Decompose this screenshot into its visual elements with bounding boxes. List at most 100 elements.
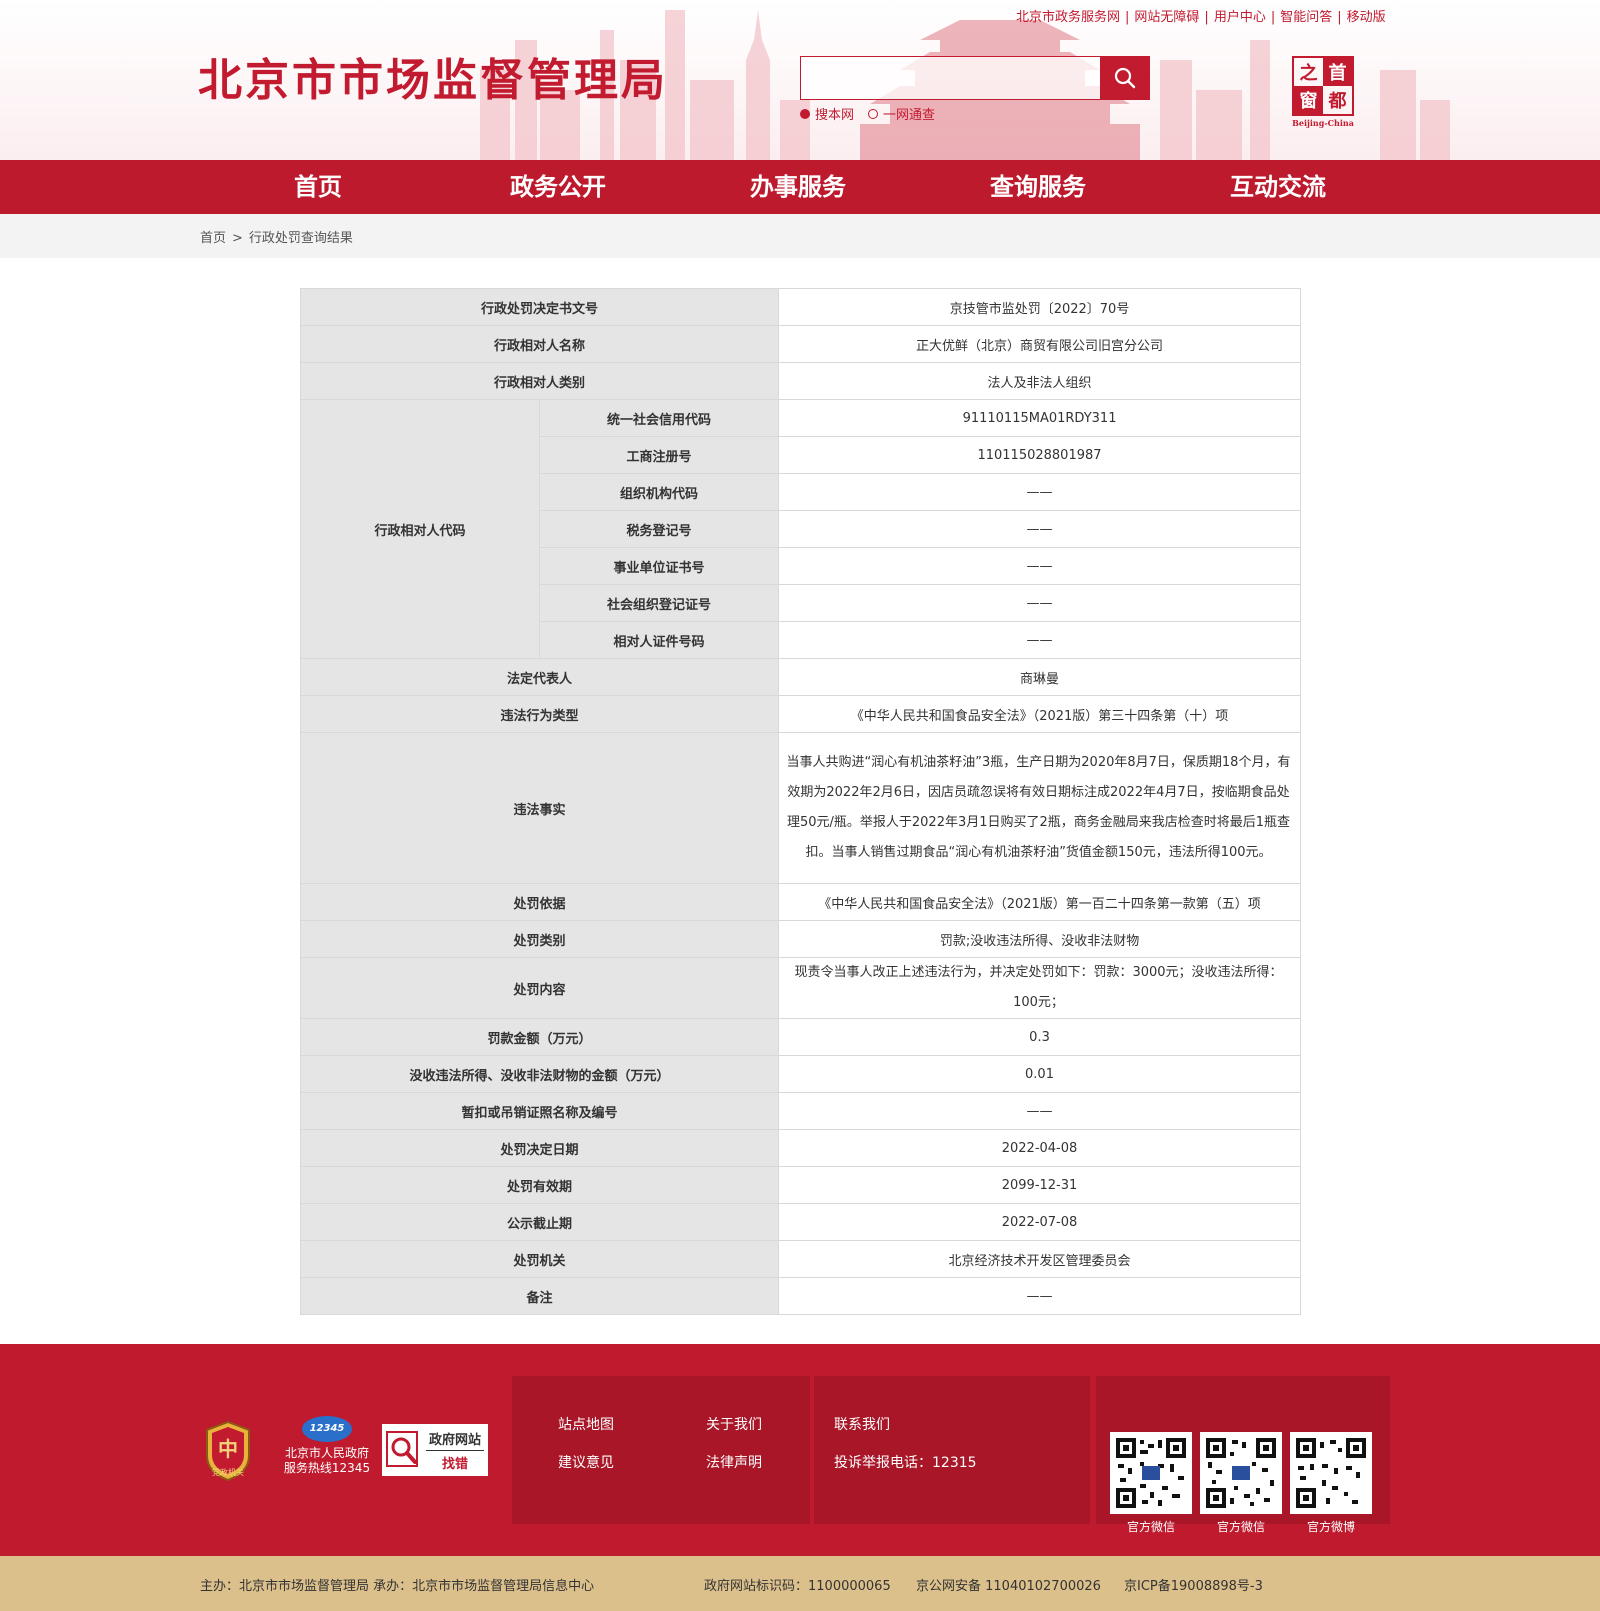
- value-license-suspension: ——: [778, 1092, 1302, 1130]
- logo-caption: Beijing-China: [1292, 118, 1354, 128]
- table-row: 行政相对人代码 统一社会信用代码 91110115MA01RDY311: [300, 399, 1302, 659]
- footer-sponsor: 主办：北京市市场监督管理局 承办：北京市市场监督管理局信息中心: [200, 1579, 595, 1594]
- label-business-reg-no: 工商注册号: [538, 436, 780, 474]
- site-title: 北京市市场监督管理局: [198, 55, 668, 106]
- breadcrumb: 首页 > 行政处罚查询结果: [200, 227, 353, 246]
- svg-text:中: 中: [218, 1437, 238, 1461]
- footer-link-legal[interactable]: 法律声明: [706, 1452, 762, 1472]
- table-row: 行政处罚决定书文号 京技管市监处罚〔2022〕70号: [299, 288, 1302, 326]
- footer-complaint-phone: 投诉举报电话：12315: [834, 1455, 977, 1471]
- table-row: 处罚类别 罚款;没收违法所得、没收非法财物: [299, 920, 1302, 958]
- logo-char: 窗: [1294, 86, 1323, 114]
- label-fine-amount: 罚款金额（万元）: [299, 1018, 780, 1056]
- table-row: 备注 ——: [299, 1277, 1302, 1315]
- label-social-org-reg-no: 社会组织登记证号: [538, 584, 780, 622]
- label-party-id-no: 相对人证件号码: [538, 621, 780, 659]
- radio-dot-selected: [800, 108, 810, 119]
- table-row: 处罚依据 《中华人民共和国食品安全法》（2021版）第一百二十四条第一款第（五）…: [299, 883, 1302, 921]
- value-party-name: 正大优鲜（北京）商贸有限公司旧宫分公司: [778, 325, 1302, 363]
- value-valid-until: 2099-12-31: [778, 1166, 1302, 1204]
- scope-radio-all[interactable]: 一网通查: [868, 104, 935, 123]
- value-remarks: ——: [778, 1277, 1302, 1315]
- qr-code-weibo[interactable]: [1290, 1432, 1372, 1514]
- scope-label-site: 搜本网: [815, 108, 855, 123]
- table-row: 违法行为类型 《中华人民共和国食品安全法》（2021版）第三十四条第（十）项: [299, 695, 1302, 733]
- table-row: 罚款金额（万元） 0.3: [299, 1018, 1302, 1056]
- qr-label-wechat-1: 官方微信: [1126, 1520, 1175, 1534]
- nav-item-interaction[interactable]: 互动交流: [1178, 160, 1378, 214]
- label-valid-until: 处罚有效期: [299, 1166, 780, 1204]
- separator: |: [1125, 10, 1130, 25]
- table-row: 行政相对人名称 正大优鲜（北京）商贸有限公司旧宫分公司: [299, 325, 1302, 363]
- value-social-org-reg-no: ——: [778, 584, 1302, 622]
- footer-bottom-bar: 主办：北京市市场监督管理局 承办：北京市市场监督管理局信息中心 政府网站标识码：…: [0, 1556, 1600, 1611]
- table-row: 处罚机关 北京经济技术开发区管理委员会: [299, 1240, 1302, 1278]
- label-license-suspension: 暂扣或吊销证照名称及编号: [299, 1092, 780, 1130]
- value-decision-date: 2022-04-08: [778, 1129, 1302, 1167]
- footer-police-record[interactable]: 京公网安备 11040102700026: [916, 1575, 1101, 1594]
- nav-item-gov-affairs[interactable]: 政务公开: [458, 160, 658, 214]
- qr-code-icon: [1114, 1436, 1188, 1510]
- table-row: 暂扣或吊销证照名称及编号 ——: [299, 1092, 1302, 1130]
- footer-contact-label: 联系我们: [834, 1417, 890, 1433]
- nav-item-home[interactable]: 首页: [218, 160, 418, 214]
- qr-label-wechat-2: 官方微信: [1216, 1520, 1265, 1534]
- top-link-gov-service[interactable]: 北京市政务服务网: [1016, 10, 1120, 25]
- label-tax-reg-no: 税务登记号: [538, 510, 780, 548]
- footer-links-panel: 站点地图 关于我们 建议意见 法律声明: [512, 1376, 810, 1524]
- label-credit-code: 统一社会信用代码: [538, 399, 780, 437]
- nav-item-query[interactable]: 查询服务: [938, 160, 1138, 214]
- top-link-smart-qa[interactable]: 智能问答: [1280, 10, 1332, 25]
- label-party-name: 行政相对人名称: [299, 325, 780, 363]
- hotline-12345[interactable]: 12345 北京市人民政府 服务热线12345: [282, 1416, 372, 1476]
- search-box: [800, 56, 1102, 100]
- value-institution-cert-no: ——: [778, 547, 1302, 585]
- label-remarks: 备注: [299, 1277, 780, 1315]
- capital-logo-box: 之 首 窗 都: [1292, 56, 1354, 116]
- label-party-type: 行政相对人类别: [299, 362, 780, 400]
- top-link-mobile[interactable]: 移动版: [1347, 10, 1386, 25]
- qr-code-wechat-2[interactable]: [1200, 1432, 1282, 1514]
- label-penalty-basis: 处罚依据: [299, 883, 780, 921]
- value-business-reg-no: 110115028801987: [778, 436, 1302, 474]
- scope-radio-site[interactable]: 搜本网: [800, 104, 854, 123]
- footer-qr-panel: 官方微信 官方微信 官方微博: [1096, 1376, 1390, 1534]
- label-decision-date: 处罚决定日期: [299, 1129, 780, 1167]
- search-icon: [1114, 67, 1136, 89]
- logo-char: 都: [1328, 91, 1347, 112]
- search-input[interactable]: [801, 57, 1101, 99]
- value-publicity-deadline: 2022-07-08: [778, 1203, 1302, 1241]
- top-link-user-center[interactable]: 用户中心: [1214, 10, 1266, 25]
- value-fine-amount: 0.3: [778, 1018, 1302, 1056]
- breadcrumb-bar: 首页 > 行政处罚查询结果: [0, 214, 1600, 258]
- capital-window-logo[interactable]: 之 首 窗 都 Beijing-China: [1292, 56, 1354, 128]
- label-penalty-content: 处罚内容: [299, 957, 780, 1019]
- logo-char: 之: [1299, 63, 1318, 84]
- separator: |: [1337, 10, 1342, 25]
- footer-icp[interactable]: 京ICP备19008898号-3: [1124, 1575, 1263, 1594]
- value-violation-facts: 当事人共购进“润心有机油茶籽油”3瓶，生产日期为2020年8月7日，保质期18个…: [778, 732, 1302, 884]
- breadcrumb-home[interactable]: 首页: [200, 231, 226, 246]
- search-button[interactable]: [1100, 56, 1150, 100]
- breadcrumb-separator: >: [232, 231, 243, 246]
- value-penalty-basis: 《中华人民共和国食品安全法》（2021版）第一百二十四条第一款第（五）项: [778, 883, 1302, 921]
- nav-item-services[interactable]: 办事服务: [698, 160, 898, 214]
- qr-code-wechat-1[interactable]: [1110, 1432, 1192, 1514]
- footer-link-sitemap[interactable]: 站点地图: [558, 1414, 614, 1434]
- value-party-type: 法人及非法人组织: [778, 362, 1302, 400]
- gov-error-text: 政府网站 找错: [422, 1429, 488, 1472]
- value-violation-type: 《中华人民共和国食品安全法》（2021版）第三十四条第（十）项: [778, 695, 1302, 733]
- footer-link-about[interactable]: 关于我们: [706, 1414, 762, 1434]
- table-row: 处罚决定日期 2022-04-08: [299, 1129, 1302, 1167]
- value-party-id-no: ——: [778, 621, 1302, 659]
- value-penalty-category: 罚款;没收违法所得、没收非法财物: [778, 920, 1302, 958]
- table-row: 处罚内容 现责令当事人改正上述违法行为，并决定处罚如下：罚款：3000元；没收违…: [299, 957, 1302, 1019]
- label-authority: 处罚机关: [299, 1240, 780, 1278]
- breadcrumb-current: 行政处罚查询结果: [248, 231, 353, 246]
- gov-error-line1: 政府网站: [426, 1429, 484, 1451]
- label-violation-facts: 违法事实: [299, 732, 780, 884]
- hotline-line1: 北京市人民政府: [284, 1446, 369, 1460]
- top-link-accessibility[interactable]: 网站无障碍: [1134, 10, 1199, 25]
- footer-link-suggestions[interactable]: 建议意见: [558, 1452, 614, 1472]
- gov-site-error-report-button[interactable]: 政府网站 找错: [380, 1422, 490, 1478]
